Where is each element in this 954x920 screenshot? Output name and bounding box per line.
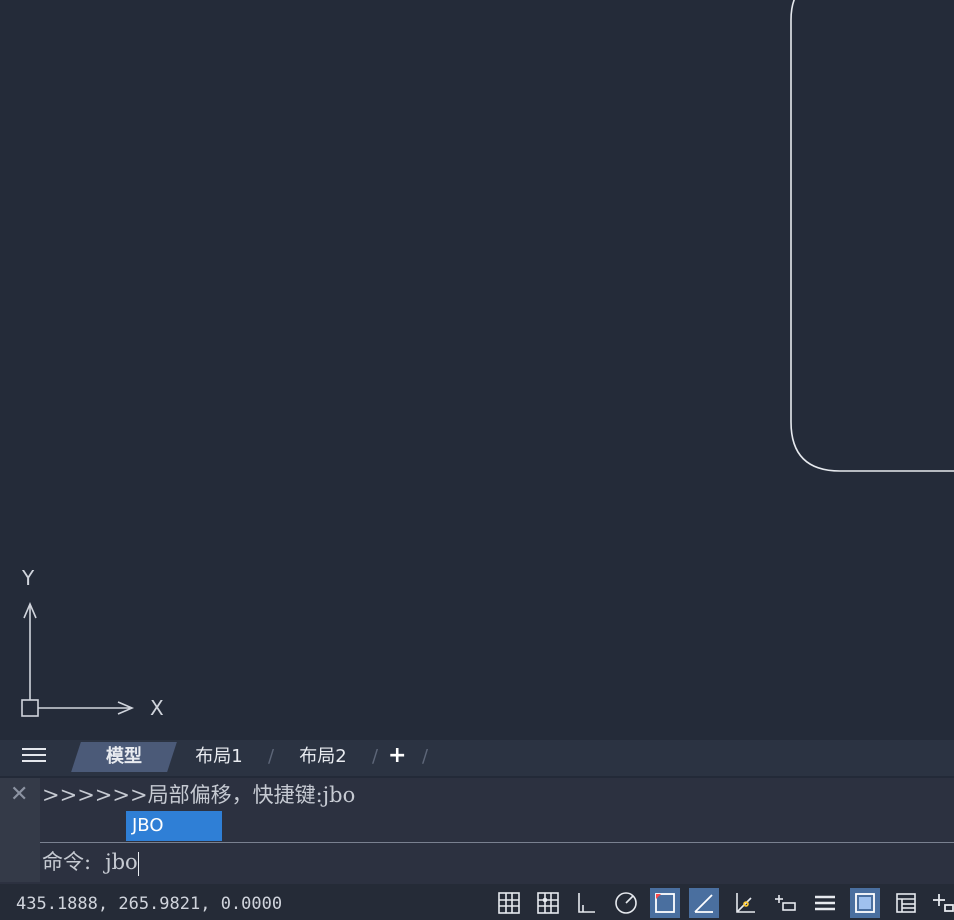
tab-layout2[interactable]: 布局2	[290, 742, 356, 772]
ucs-icon	[21, 601, 135, 717]
command-input-field[interactable]: jbo	[105, 850, 138, 874]
ucs-x-label: X	[150, 696, 164, 720]
ortho-icon[interactable]	[572, 888, 602, 918]
add-layout-button[interactable]: +	[388, 741, 406, 771]
command-history-line: >>>>>>局部偏移，快捷键:jbo	[42, 783, 356, 807]
grid-display-icon[interactable]	[494, 888, 524, 918]
command-line-gutter: ✕	[0, 778, 40, 882]
autocomplete-suggestion[interactable]: JBO	[126, 811, 222, 841]
close-icon[interactable]: ✕	[10, 784, 28, 806]
tab-model-label: 模型	[106, 746, 142, 767]
polar-tracking-icon[interactable]	[611, 888, 641, 918]
text-caret	[137, 851, 139, 876]
transparency-icon[interactable]	[850, 888, 880, 918]
rounded-rectangle-entity	[790, 0, 954, 472]
tab-separator: /	[268, 746, 275, 767]
lineweight-icon[interactable]	[810, 888, 840, 918]
command-prompt: 命令:	[42, 850, 92, 874]
add-tool-icon[interactable]	[928, 888, 954, 918]
status-bar: 435.1888, 265.9821, 0.0000	[0, 884, 954, 920]
command-line-panel: ✕ >>>>>>局部偏移，快捷键:jbo JBO 命令: jbo	[0, 778, 954, 884]
tab-separator: /	[422, 746, 429, 767]
drawing-canvas[interactable]: Y X	[0, 0, 954, 740]
dynamic-input-icon[interactable]	[770, 888, 800, 918]
cursor-coordinates: 435.1888, 265.9821, 0.0000	[16, 894, 283, 914]
object-snap-tracking-icon[interactable]	[689, 888, 719, 918]
tab-model[interactable]: 模型	[71, 742, 177, 772]
tab-layout1[interactable]: 布局1	[186, 742, 252, 772]
object-snap-icon[interactable]	[650, 888, 680, 918]
dynamic-ucs-icon[interactable]	[730, 888, 760, 918]
ucs-y-label: Y	[22, 566, 35, 590]
cad-window: Y X 模型 布局1 / 布局2 / + / ✕ >>>>>>局部偏移，快捷键:…	[0, 0, 954, 920]
snap-grid-icon[interactable]	[533, 888, 563, 918]
command-divider	[40, 842, 954, 843]
properties-icon[interactable]	[891, 888, 921, 918]
hamburger-icon[interactable]	[22, 748, 46, 768]
drawing-svg	[21, 0, 954, 717]
tab-separator: /	[372, 746, 379, 767]
layout-tab-bar: 模型 布局1 / 布局2 / + /	[0, 740, 954, 776]
command-input-row[interactable]: 命令: jbo	[42, 846, 139, 878]
